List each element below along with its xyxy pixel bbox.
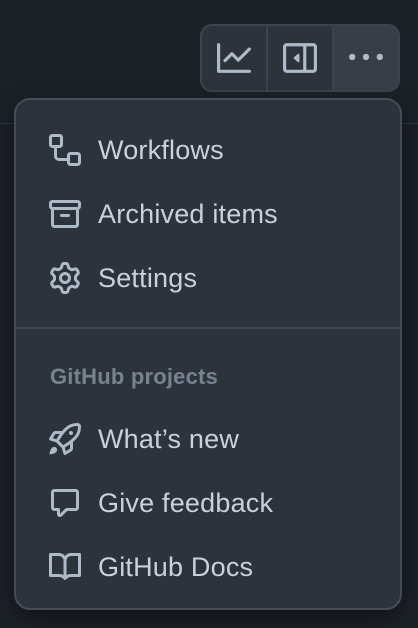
- menu-divider: [16, 327, 400, 329]
- menu-group-github-projects: What’s new Give feedback GitHub Docs: [16, 391, 400, 599]
- project-view: Workflows Archived items Settings GitHub…: [0, 0, 418, 628]
- menu-item-label: GitHub Docs: [98, 551, 254, 582]
- toggle-side-panel-button[interactable]: [268, 26, 334, 90]
- rocket-icon: [48, 422, 82, 456]
- options-menu: Workflows Archived items Settings GitHub…: [14, 98, 402, 610]
- menu-item-label: What’s new: [98, 423, 240, 454]
- gear-icon: [48, 261, 82, 295]
- kebab-horizontal-icon: [349, 41, 383, 75]
- graph-icon: [217, 41, 251, 75]
- book-icon: [48, 550, 82, 584]
- menu-item-label: Give feedback: [98, 487, 274, 518]
- sidebar-panel-icon: [283, 41, 317, 75]
- menu-item-archived-items[interactable]: Archived items: [16, 182, 400, 246]
- menu-item-whats-new[interactable]: What’s new: [16, 407, 400, 471]
- menu-item-label: Archived items: [98, 198, 278, 229]
- menu-item-settings[interactable]: Settings: [16, 246, 400, 310]
- section-heading: GitHub projects: [50, 364, 219, 389]
- menu-item-github-docs[interactable]: GitHub Docs: [16, 535, 400, 599]
- menu-group-project: Workflows Archived items Settings: [16, 100, 400, 310]
- comment-icon: [48, 486, 82, 520]
- menu-item-label: Settings: [98, 262, 198, 293]
- view-toolbar: [200, 24, 400, 92]
- workflow-icon: [48, 133, 82, 167]
- menu-item-label: Workflows: [98, 134, 224, 165]
- menu-item-workflows[interactable]: Workflows: [16, 118, 400, 182]
- archive-icon: [48, 197, 82, 231]
- menu-item-give-feedback[interactable]: Give feedback: [16, 471, 400, 535]
- more-options-button[interactable]: [334, 26, 398, 90]
- insights-button[interactable]: [202, 26, 268, 90]
